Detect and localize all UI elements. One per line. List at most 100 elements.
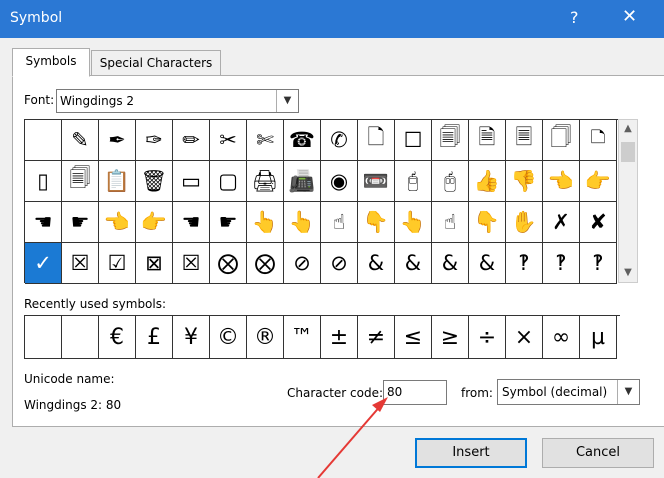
symbol-cell[interactable]: 👈 (99, 202, 136, 243)
recent-symbol-cell[interactable]: ∞ (543, 316, 580, 359)
symbol-cell[interactable]: 🗋 (358, 120, 395, 161)
chevron-down-icon[interactable]: ▼ (276, 90, 298, 112)
symbol-cell[interactable]: 🖯 (395, 161, 432, 202)
symbol-cell[interactable] (25, 120, 62, 161)
symbol-cell[interactable]: ☛ (62, 202, 99, 243)
font-value: Wingdings 2 (60, 94, 135, 108)
grid-scrollbar[interactable]: ▲ ▼ (618, 119, 638, 283)
symbol-cell[interactable]: ⊘ (321, 243, 358, 284)
symbol-cell[interactable]: ✒ (99, 120, 136, 161)
symbol-cell[interactable]: 🗑 (136, 161, 173, 202)
symbol-cell[interactable]: 👆 (395, 202, 432, 243)
symbol-cell[interactable]: 📠 (284, 161, 321, 202)
symbol-cell[interactable]: & (395, 243, 432, 284)
symbol-cell[interactable]: 👎 (506, 161, 543, 202)
recent-symbol-cell[interactable]: ≤ (395, 316, 432, 359)
symbol-cell[interactable]: 📼 (358, 161, 395, 202)
recent-symbol-cell[interactable]: ± (321, 316, 358, 359)
unicode-name-value: Wingdings 2: 80 (24, 398, 122, 412)
close-icon[interactable]: ✕ (622, 6, 637, 27)
symbol-cell[interactable]: 👉 (136, 202, 173, 243)
recent-symbol-cell[interactable]: ÷ (469, 316, 506, 359)
symbol-cell[interactable]: ⨂ (247, 243, 284, 284)
recent-symbol-cell[interactable] (62, 316, 99, 359)
symbol-cell[interactable]: ☝ (432, 202, 469, 243)
symbol-cell[interactable]: ☑ (99, 243, 136, 284)
symbol-cell[interactable]: & (432, 243, 469, 284)
recent-symbol-cell[interactable]: × (506, 316, 543, 359)
symbol-cell[interactable]: ✓ (25, 243, 62, 284)
symbol-cell[interactable]: 👈 (543, 161, 580, 202)
recent-symbol-cell[interactable]: £ (136, 316, 173, 359)
symbol-cell[interactable]: 🗍 (543, 120, 580, 161)
symbol-cell[interactable]: ⨂ (210, 243, 247, 284)
tab-special-characters[interactable]: Special Characters (91, 50, 221, 77)
symbol-cell[interactable]: ◉ (321, 161, 358, 202)
symbol-cell[interactable]: & (358, 243, 395, 284)
symbol-cell[interactable]: ⊠ (136, 243, 173, 284)
symbol-cell[interactable]: ☒ (173, 243, 210, 284)
chevron-down-icon[interactable]: ▼ (617, 380, 639, 404)
symbol-cell[interactable]: ☚ (25, 202, 62, 243)
symbol-cell[interactable]: ☒ (62, 243, 99, 284)
symbol-cell[interactable]: 👍 (469, 161, 506, 202)
symbol-cell[interactable]: ⊘ (284, 243, 321, 284)
symbol-cell[interactable]: & (469, 243, 506, 284)
symbol-cell[interactable]: 👆 (284, 202, 321, 243)
symbol-cell[interactable]: ☚ (173, 202, 210, 243)
unicode-name-label: Unicode name: (24, 372, 115, 386)
symbol-cell[interactable]: ▯ (25, 161, 62, 202)
symbol-cell[interactable]: ✎ (62, 120, 99, 161)
recent-symbol-cell[interactable]: ≠ (358, 316, 395, 359)
symbol-cell[interactable]: ▢ (210, 161, 247, 202)
symbol-cell[interactable]: ✏ (173, 120, 210, 161)
symbol-cell[interactable]: 🗐 (432, 120, 469, 161)
symbol-cell[interactable]: 🗅 (580, 120, 617, 161)
symbol-cell[interactable]: ☝ (321, 202, 358, 243)
recent-symbol-cell[interactable] (25, 316, 62, 359)
symbol-cell[interactable]: ▭ (173, 161, 210, 202)
symbol-cell[interactable]: ✘ (580, 202, 617, 243)
symbol-cell[interactable]: 🖨 (247, 161, 284, 202)
symbol-cell[interactable]: ☛ (210, 202, 247, 243)
symbol-cell[interactable]: ✆ (321, 120, 358, 161)
recent-symbol-cell[interactable]: © (210, 316, 247, 359)
cancel-button[interactable]: Cancel (542, 438, 654, 468)
recent-symbol-cell[interactable]: ¥ (173, 316, 210, 359)
recent-symbol-cell[interactable]: € (99, 316, 136, 359)
symbol-cell[interactable]: ✋ (506, 202, 543, 243)
insert-button[interactable]: Insert (415, 438, 527, 468)
character-code-input[interactable]: 80 (383, 380, 447, 405)
recent-symbol-cell[interactable]: µ (580, 316, 617, 359)
symbol-cell[interactable]: ✑ (136, 120, 173, 161)
scroll-up-icon[interactable]: ▲ (619, 120, 637, 138)
symbol-cell[interactable]: ☎ (284, 120, 321, 161)
symbol-cell[interactable]: 👉 (580, 161, 617, 202)
symbol-cell[interactable]: 🗏 (506, 120, 543, 161)
recent-symbols-grid: € £ ¥ © ® ™ ± ≠ ≤ ≥ ÷ × ∞ µ (24, 315, 620, 359)
recent-symbols-label: Recently used symbols: (24, 297, 167, 311)
scroll-thumb[interactable] (621, 142, 635, 162)
symbol-cell[interactable]: ☐ (395, 120, 432, 161)
recent-symbol-cell[interactable]: ≥ (432, 316, 469, 359)
symbol-cell[interactable]: ‽ (506, 243, 543, 284)
symbol-cell[interactable]: 👆 (247, 202, 284, 243)
symbol-cell[interactable]: ‽ (543, 243, 580, 284)
recent-symbol-cell[interactable]: ™ (284, 316, 321, 359)
symbol-cell[interactable]: 🖰 (432, 161, 469, 202)
symbol-cell[interactable]: ✗ (543, 202, 580, 243)
symbol-cell[interactable]: ✄ (247, 120, 284, 161)
symbol-cell[interactable]: 🗎 (469, 120, 506, 161)
symbol-cell[interactable]: 📋 (99, 161, 136, 202)
symbol-cell[interactable]: 🗐 (62, 161, 99, 202)
symbol-cell[interactable]: ‽ (580, 243, 617, 284)
tab-symbols[interactable]: Symbols (12, 48, 90, 77)
symbol-cell[interactable]: 👇 (469, 202, 506, 243)
recent-symbol-cell[interactable]: ® (247, 316, 284, 359)
help-icon[interactable]: ? (570, 8, 579, 27)
scroll-down-icon[interactable]: ▼ (619, 264, 637, 282)
symbol-cell[interactable]: 👇 (358, 202, 395, 243)
symbol-cell[interactable]: ✂ (210, 120, 247, 161)
from-dropdown[interactable]: Symbol (decimal) ▼ (497, 379, 640, 405)
font-dropdown[interactable]: Wingdings 2 ▼ (56, 89, 299, 113)
